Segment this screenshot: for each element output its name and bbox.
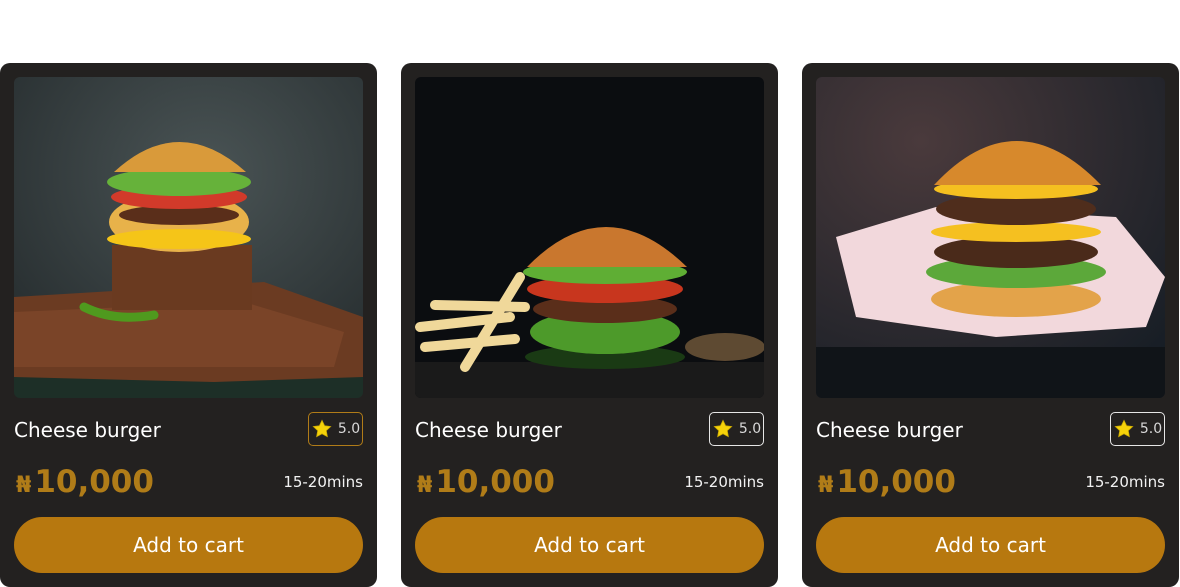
naira-icon: ₦ (16, 473, 32, 498)
product-name: Cheese burger (14, 418, 161, 442)
product-image[interactable] (14, 77, 363, 398)
add-to-cart-button[interactable]: Add to cart (816, 517, 1165, 573)
price: ₦ 10,000 (818, 464, 956, 500)
naira-icon: ₦ (417, 473, 433, 498)
star-icon (1114, 419, 1134, 438)
rating-badge: 5.0 (308, 412, 363, 446)
price: ₦ 10,000 (16, 464, 154, 500)
add-to-cart-button[interactable]: Add to cart (14, 517, 363, 573)
star-icon (713, 419, 733, 438)
delivery-time: 15-20mins (283, 473, 363, 491)
product-name: Cheese burger (415, 418, 562, 442)
price: ₦ 10,000 (417, 464, 555, 500)
rating-value: 5.0 (1139, 421, 1163, 437)
rating-value: 5.0 (738, 421, 762, 437)
price-amount: 10,000 (435, 464, 555, 500)
rating-badge: 5.0 (1110, 412, 1165, 446)
price-amount: 10,000 (34, 464, 154, 500)
price-amount: 10,000 (836, 464, 956, 500)
product-card[interactable]: Cheese burger 5.0 ₦ 10,000 15-20mins Add… (802, 63, 1179, 587)
naira-icon: ₦ (818, 473, 834, 498)
delivery-time: 15-20mins (684, 473, 764, 491)
product-name: Cheese burger (816, 418, 963, 442)
rating-value: 5.0 (337, 421, 361, 437)
product-card[interactable]: Cheese burger 5.0 ₦ 10,000 15-20mins Add… (0, 63, 377, 587)
add-to-cart-button[interactable]: Add to cart (415, 517, 764, 573)
product-image[interactable] (816, 77, 1165, 398)
rating-badge: 5.0 (709, 412, 764, 446)
product-image[interactable] (415, 77, 764, 398)
star-icon (312, 419, 332, 438)
product-card[interactable]: Cheese burger 5.0 ₦ 10,000 15-20mins Add… (401, 63, 778, 587)
delivery-time: 15-20mins (1085, 473, 1165, 491)
